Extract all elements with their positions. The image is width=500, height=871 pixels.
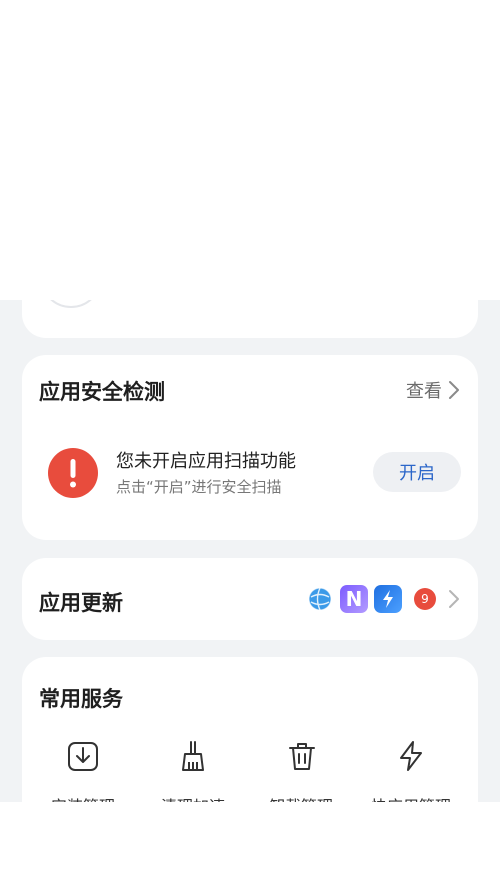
warning-icon bbox=[48, 448, 98, 498]
quick-app-icon bbox=[400, 741, 422, 771]
service-label: 卸载管理 bbox=[244, 793, 358, 802]
trash-icon bbox=[289, 743, 315, 770]
update-title: 应用更新 bbox=[39, 591, 123, 615]
chevron-right-icon bbox=[449, 590, 459, 608]
bottom-blank-area bbox=[0, 802, 500, 871]
security-title: 应用安全检测 bbox=[39, 380, 165, 404]
chevron-right-icon bbox=[449, 381, 459, 399]
globe-app-icon bbox=[306, 585, 334, 613]
avatar bbox=[40, 300, 102, 308]
service-install-management[interactable]: 安装管理 bbox=[22, 739, 136, 802]
service-label: 清理加速 bbox=[136, 793, 250, 802]
view-security-link[interactable]: 查看 bbox=[406, 377, 460, 403]
scan-disabled-title: 您未开启应用扫描功能 bbox=[116, 451, 296, 472]
profile-card-partial bbox=[22, 300, 478, 338]
broom-icon bbox=[182, 741, 204, 771]
install-icon bbox=[68, 742, 98, 771]
service-clean-boost[interactable]: 清理加速 bbox=[136, 739, 250, 802]
view-label: 查看 bbox=[406, 381, 442, 402]
update-app-icons: N 9 bbox=[300, 585, 460, 613]
update-count-badge: 9 bbox=[414, 588, 436, 610]
services-title: 常用服务 bbox=[39, 687, 123, 711]
app-market-manage-page: 应用安全检测 查看 您未开启应用扫描功能 点击“开启”进行安全扫描 开启 应用更… bbox=[0, 0, 500, 871]
service-label: 快应用管理 bbox=[354, 793, 468, 802]
bolt-app-icon bbox=[374, 585, 402, 613]
app-security-card: 应用安全检测 查看 您未开启应用扫描功能 点击“开启”进行安全扫描 开启 bbox=[22, 355, 478, 540]
enable-scan-button[interactable]: 开启 bbox=[373, 452, 461, 492]
top-blank-area bbox=[0, 0, 500, 300]
service-label: 安装管理 bbox=[26, 793, 140, 802]
service-uninstall-management[interactable]: 卸载管理 bbox=[250, 739, 364, 802]
n-app-icon: N bbox=[340, 585, 368, 613]
app-update-card[interactable]: 应用更新 N 9 bbox=[22, 558, 478, 640]
services-grid: 安装管理 清理加速 卸载管理 bbox=[22, 739, 478, 802]
service-quick-app-management[interactable]: 快应用管理 bbox=[364, 739, 478, 802]
common-services-card: 常用服务 安装管理 清理加速 bbox=[22, 657, 478, 802]
scan-disabled-desc: 点击“开启”进行安全扫描 bbox=[116, 478, 282, 496]
content-area[interactable]: 应用安全检测 查看 您未开启应用扫描功能 点击“开启”进行安全扫描 开启 应用更… bbox=[0, 300, 500, 802]
